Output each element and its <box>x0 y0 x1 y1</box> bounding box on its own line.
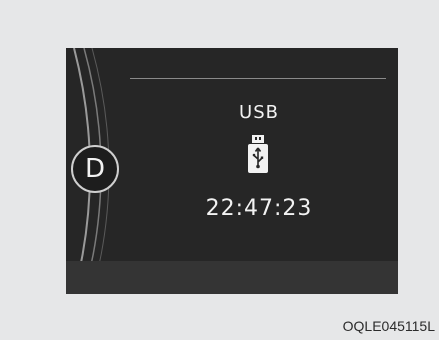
bottom-bar <box>66 261 398 294</box>
usb-drive-icon <box>248 135 268 173</box>
gear-indicator: D <box>71 145 119 193</box>
media-source: USB <box>66 102 398 123</box>
cluster-display: D USB 22:47:23 <box>66 48 398 294</box>
top-divider <box>130 78 386 79</box>
figure-code: OQLE045115L <box>342 318 435 334</box>
media-source-label: USB <box>239 102 279 123</box>
gear-letter: D <box>84 154 106 184</box>
clock: 22:47:23 <box>205 196 313 221</box>
